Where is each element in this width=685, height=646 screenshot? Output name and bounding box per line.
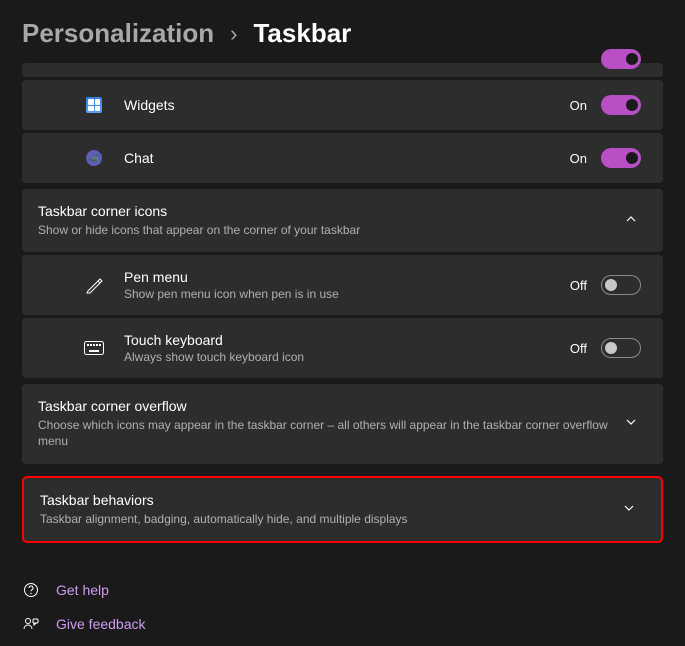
toggle-state-label: Off (570, 341, 587, 356)
footer-link-label: Get help (56, 582, 109, 598)
section-title: Taskbar behaviors (40, 492, 619, 508)
widgets-icon (82, 97, 106, 113)
settings-content: Widgets On 📹 Chat On Taskbar corner icon… (0, 63, 685, 543)
row-desc: Show pen menu icon when pen is in use (124, 287, 570, 301)
taskbar-item-chat[interactable]: 📹 Chat On (22, 133, 663, 183)
toggle-knob (605, 279, 617, 291)
breadcrumb: Personalization › Taskbar (0, 0, 685, 63)
row-controls: On (570, 95, 641, 115)
section-title: Taskbar corner icons (38, 203, 621, 219)
row-controls: On (570, 148, 641, 168)
section-title: Taskbar corner overflow (38, 398, 621, 414)
toggle-knob (605, 342, 617, 354)
row-label: Chat (124, 150, 570, 166)
section-corner-icons[interactable]: Taskbar corner icons Show or hide icons … (22, 189, 663, 252)
help-icon (22, 582, 40, 598)
section-corner-overflow[interactable]: Taskbar corner overflow Choose which ico… (22, 384, 663, 463)
row-text: Widgets (124, 97, 570, 113)
section-taskbar-behaviors[interactable]: Taskbar behaviors Taskbar alignment, bad… (22, 476, 663, 543)
row-controls: Off (570, 275, 641, 295)
row-text: Pen menu Show pen menu icon when pen is … (124, 269, 570, 301)
row-label: Pen menu (124, 269, 570, 285)
toggle-switch[interactable] (601, 275, 641, 295)
row-label: Touch keyboard (124, 332, 570, 348)
row-label: Widgets (124, 97, 570, 113)
row-controls: Off (570, 338, 641, 358)
chevron-down-icon (621, 416, 641, 431)
chevron-up-icon (621, 213, 641, 228)
pen-icon (82, 276, 106, 294)
chat-icon: 📹 (82, 150, 106, 166)
chevron-down-icon (619, 502, 639, 517)
toggle-switch[interactable] (601, 338, 641, 358)
toggle-knob (626, 99, 638, 111)
breadcrumb-current: Taskbar (253, 18, 351, 49)
toggle-state-label: Off (570, 278, 587, 293)
taskbar-item-pen-menu[interactable]: Pen menu Show pen menu icon when pen is … (22, 255, 663, 315)
taskbar-item-partial (22, 63, 663, 77)
toggle-switch[interactable] (601, 95, 641, 115)
get-help-link[interactable]: Get help (22, 573, 663, 607)
section-desc: Choose which icons may appear in the tas… (38, 417, 621, 449)
taskbar-item-widgets[interactable]: Widgets On (22, 80, 663, 130)
section-text: Taskbar corner icons Show or hide icons … (38, 203, 621, 238)
row-text: Chat (124, 150, 570, 166)
chevron-right-icon: › (230, 21, 237, 47)
section-desc: Show or hide icons that appear on the co… (38, 222, 621, 238)
toggle-knob (626, 152, 638, 164)
toggle-switch[interactable] (601, 148, 641, 168)
footer-link-label: Give feedback (56, 616, 146, 632)
feedback-icon (22, 616, 40, 632)
section-text: Taskbar behaviors Taskbar alignment, bad… (40, 492, 619, 527)
toggle-state-label: On (570, 151, 587, 166)
breadcrumb-parent[interactable]: Personalization (22, 18, 214, 49)
section-text: Taskbar corner overflow Choose which ico… (38, 398, 621, 449)
keyboard-icon (82, 341, 106, 355)
taskbar-item-touch-keyboard[interactable]: Touch keyboard Always show touch keyboar… (22, 318, 663, 378)
toggle-state-label: On (570, 98, 587, 113)
give-feedback-link[interactable]: Give feedback (22, 607, 663, 641)
section-desc: Taskbar alignment, badging, automaticall… (40, 511, 619, 527)
toggle-knob (626, 53, 638, 65)
footer-links: Get help Give feedback (0, 555, 685, 641)
row-desc: Always show touch keyboard icon (124, 350, 570, 364)
row-text: Touch keyboard Always show touch keyboar… (124, 332, 570, 364)
toggle-switch[interactable] (601, 49, 641, 69)
